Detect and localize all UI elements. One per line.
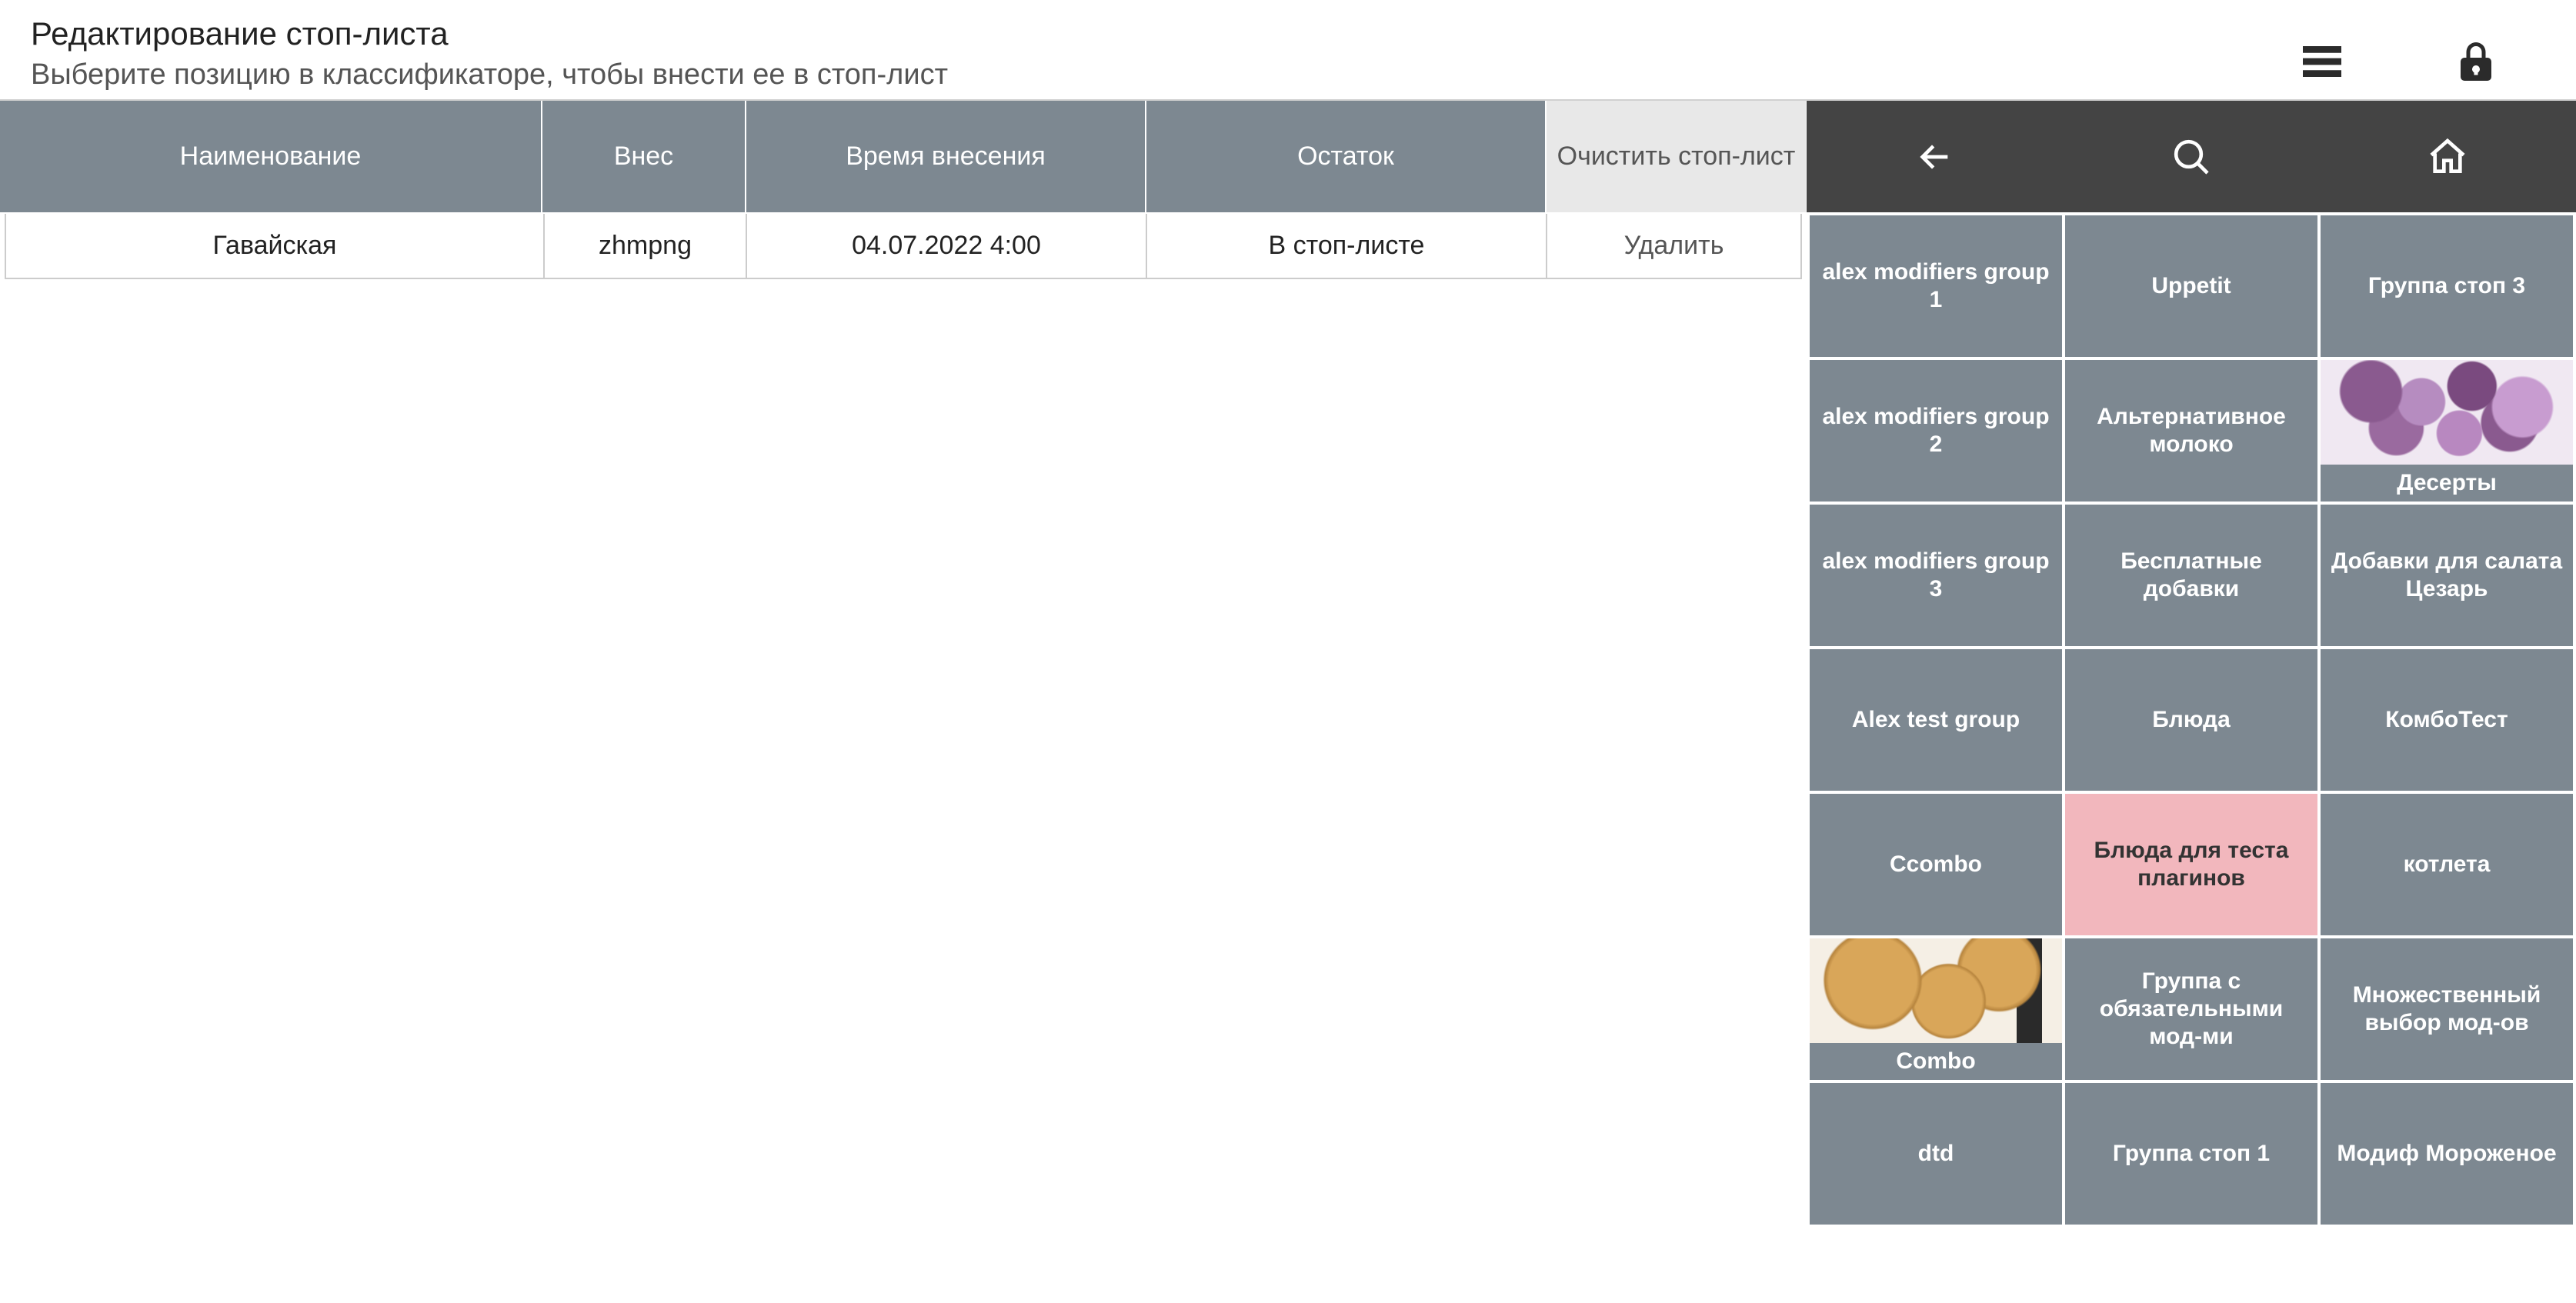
table-row[interactable]: Гавайскаяzhmpng04.07.2022 4:00В стоп-лис…	[5, 214, 1802, 279]
category-tile[interactable]: alex modifiers group 1	[1810, 215, 2062, 357]
category-tile[interactable]: котлета	[2321, 794, 2573, 935]
top-header: Редактирование стоп-листа Выберите позиц…	[0, 0, 2576, 101]
category-grid: alex modifiers group 1UppetitГруппа стоп…	[1807, 212, 2576, 1261]
category-tile[interactable]: alex modifiers group 2	[1810, 360, 2062, 502]
table-body: Гавайскаяzhmpng04.07.2022 4:00В стоп-лис…	[0, 212, 1807, 279]
search-button[interactable]	[2063, 101, 2319, 212]
header-right	[2299, 15, 2545, 85]
category-tile[interactable]: Множественный выбор мод-ов	[2321, 938, 2573, 1080]
category-tile[interactable]: Модиф Мороженое	[2321, 1083, 2573, 1225]
category-tile[interactable]: Alex test group	[1810, 649, 2062, 791]
cell-time: 04.07.2022 4:00	[747, 214, 1147, 278]
cell-remain: В стоп-листе	[1147, 214, 1547, 278]
category-tile[interactable]: Combo	[1810, 938, 2062, 1080]
column-header-remain: Остаток	[1146, 101, 1547, 212]
menu-icon[interactable]	[2299, 38, 2345, 85]
header-left: Редактирование стоп-листа Выберите позиц…	[31, 15, 948, 92]
cell-name: Гавайская	[6, 214, 545, 278]
category-tile[interactable]: alex modifiers group 3	[1810, 505, 2062, 646]
tile-label: Десерты	[2321, 465, 2573, 502]
cell-user: zhmpng	[545, 214, 747, 278]
category-tile[interactable]: Блюда	[2065, 649, 2317, 791]
delete-button[interactable]: Удалить	[1547, 214, 1800, 278]
pizza-image	[1810, 938, 2062, 1043]
category-tile[interactable]: Ccombo	[1810, 794, 2062, 935]
category-tile[interactable]: dtd	[1810, 1083, 2062, 1225]
dessert-image	[2321, 360, 2573, 465]
lock-icon[interactable]	[2453, 38, 2499, 85]
category-tile[interactable]: КомбоТест	[2321, 649, 2573, 791]
category-tile[interactable]: Группа с обязательными мод-ми	[2065, 938, 2317, 1080]
category-tile[interactable]: Группа стоп 1	[2065, 1083, 2317, 1225]
back-button[interactable]	[1807, 101, 2063, 212]
category-tile[interactable]: Группа стоп 3	[2321, 215, 2573, 357]
tile-label: Combo	[1810, 1043, 2062, 1080]
category-tile[interactable]: Добавки для салата Цезарь	[2321, 505, 2573, 646]
category-tile[interactable]: Бесплатные добавки	[2065, 505, 2317, 646]
page-title: Редактирование стоп-листа	[31, 15, 948, 52]
home-button[interactable]	[2320, 101, 2576, 212]
column-header-user: Внес	[542, 101, 746, 212]
classifier-pane: alex modifiers group 1UppetitГруппа стоп…	[1807, 101, 2576, 1261]
clear-stop-list-button[interactable]: Очистить стоп-лист	[1547, 101, 1806, 212]
classifier-toolbar	[1807, 101, 2576, 212]
column-header-name: Наименование	[0, 101, 542, 212]
stop-list-pane: Наименование Внес Время внесения Остаток…	[0, 101, 1807, 1261]
category-tile[interactable]: Блюда для теста плагинов	[2065, 794, 2317, 935]
category-tile[interactable]: Альтернативное молоко	[2065, 360, 2317, 502]
table-header: Наименование Внес Время внесения Остаток…	[0, 101, 1807, 212]
category-tile[interactable]: Uppetit	[2065, 215, 2317, 357]
main: Наименование Внес Время внесения Остаток…	[0, 101, 2576, 1261]
column-header-time: Время внесения	[746, 101, 1146, 212]
category-tile[interactable]: Десерты	[2321, 360, 2573, 502]
page-subtitle: Выберите позицию в классификаторе, чтобы…	[31, 58, 948, 92]
